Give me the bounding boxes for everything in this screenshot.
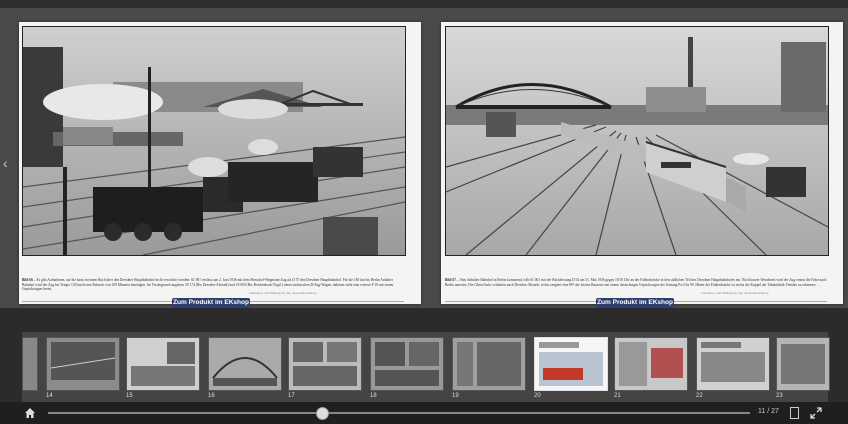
thumbnail-17[interactable] (288, 337, 362, 391)
thumbnail-19[interactable] (452, 337, 526, 391)
right-page[interactable]: Bild 67 – Vom Anhalter Bahnhof in Berlin… (441, 22, 843, 310)
page-slider-track[interactable] (48, 412, 750, 414)
home-icon[interactable] (24, 407, 36, 419)
thumbnail-20[interactable] (534, 337, 608, 391)
thumbnail-14-image (47, 338, 119, 390)
photo-left-steam-locomotives (23, 27, 405, 255)
thumbnail-15-image (127, 338, 199, 390)
thumbnail-20-number: 20 (534, 393, 541, 399)
thumbnail-22-image (697, 338, 769, 390)
photo-right-streamlined-train (446, 27, 828, 255)
credit-right: Aufnahme: Carl Bellingrodt, Slg. Eisenba… (701, 291, 769, 295)
flipbook-viewer: ‹ › (0, 8, 848, 310)
caption-left: Bild 66 – Es gibt Aufnahmen, auf die kan… (22, 278, 404, 292)
thumbnail-19-number: 19 (452, 393, 459, 399)
top-strip (0, 0, 848, 8)
thumbnail-18[interactable] (370, 337, 444, 391)
page-slider-knob[interactable] (315, 407, 329, 420)
photo-left (22, 26, 406, 256)
thumbnail-17-image (289, 338, 361, 390)
thumbnail-20-image (535, 338, 607, 390)
caption-right: Bild 67 – Vom Anhalter Bahnhof in Berlin… (445, 278, 827, 287)
thumbnail-19-image (453, 338, 525, 390)
thumbnail-18-number: 18 (370, 393, 377, 399)
credit-left: Aufnahme: Carl Bellingrodt, Slg. Eisenba… (249, 291, 317, 295)
caption-right-label: Bild 67 – (445, 278, 459, 282)
thumbnail-21-image (615, 338, 687, 390)
thumbnail-15-number: 15 (126, 393, 133, 399)
thumbnail-16-number: 16 (208, 393, 215, 399)
thumbnail-partial[interactable] (22, 337, 38, 391)
page-counter: 11 / 27 (758, 408, 779, 415)
thumbnail-23[interactable] (776, 337, 830, 391)
left-page[interactable]: Bild 66 – Es gibt Aufnahmen, auf die kan… (19, 22, 421, 310)
thumbnail-strip[interactable]: 14 15 16 17 18 19 20 21 22 23 (22, 332, 830, 410)
thumbnail-22[interactable] (696, 337, 770, 391)
thumbnail-21-number: 21 (614, 393, 621, 399)
thumbnail-16[interactable] (208, 337, 282, 391)
thumbnail-17-number: 17 (288, 393, 295, 399)
thumbnail-21[interactable] (614, 337, 688, 391)
thumbnail-14-number: 14 (46, 393, 53, 399)
prev-page-arrow-icon[interactable]: ‹ (3, 156, 8, 170)
shop-button-right[interactable]: Zum Produkt im EKshop (596, 298, 674, 308)
thumbnail-bar: 14 15 16 17 18 19 20 21 22 23 11 / 27 (0, 308, 848, 424)
thumbnail-15[interactable] (126, 337, 200, 391)
thumbnail-18-image (371, 338, 443, 390)
caption-left-text: Es gibt Aufnahmen, auf die kann in einem… (22, 278, 394, 292)
single-page-view-icon[interactable] (790, 407, 799, 419)
thumbnail-16-image (209, 338, 281, 390)
caption-right-text: Vom Anhalter Bahnhof in Berlin kommend, … (445, 278, 827, 287)
thumbnail-23-number: 23 (776, 393, 783, 399)
thumbnail-14[interactable] (46, 337, 120, 391)
thumbnail-22-number: 22 (696, 393, 703, 399)
fullscreen-icon[interactable] (810, 407, 822, 419)
thumbnail-23-image (777, 338, 829, 390)
photo-right (445, 26, 829, 256)
shop-button-left[interactable]: Zum Produkt im EKshop (172, 298, 250, 308)
caption-left-label: Bild 66 – (22, 278, 36, 282)
controls-bar: 11 / 27 (0, 402, 848, 424)
